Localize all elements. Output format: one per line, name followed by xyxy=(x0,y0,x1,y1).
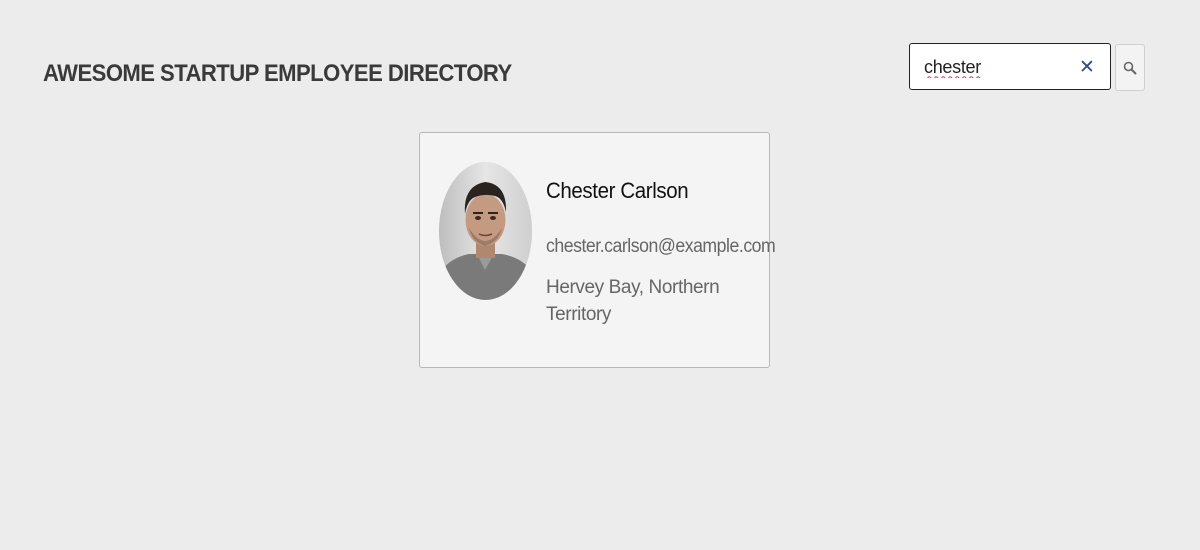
search-input[interactable] xyxy=(924,56,1074,78)
search-box[interactable]: ✕ xyxy=(909,43,1111,90)
avatar-photo xyxy=(439,162,532,300)
close-icon[interactable]: ✕ xyxy=(1078,56,1096,78)
employee-name: Chester Carlson xyxy=(546,178,689,203)
employee-card[interactable]: Chester Carlson chester.carlson@example.… xyxy=(419,132,776,368)
search-button[interactable] xyxy=(1115,44,1145,91)
employee-location: Hervey Bay, Northern Territory xyxy=(546,277,720,325)
employee-email: chester.carlson@example.com xyxy=(546,236,776,257)
header: AWESOME STARTUP EMPLOYEE DIRECTORY ✕ xyxy=(0,0,1200,120)
page-title: AWESOME STARTUP EMPLOYEE DIRECTORY xyxy=(43,60,512,87)
search-icon xyxy=(1123,61,1137,74)
avatar xyxy=(439,162,532,300)
